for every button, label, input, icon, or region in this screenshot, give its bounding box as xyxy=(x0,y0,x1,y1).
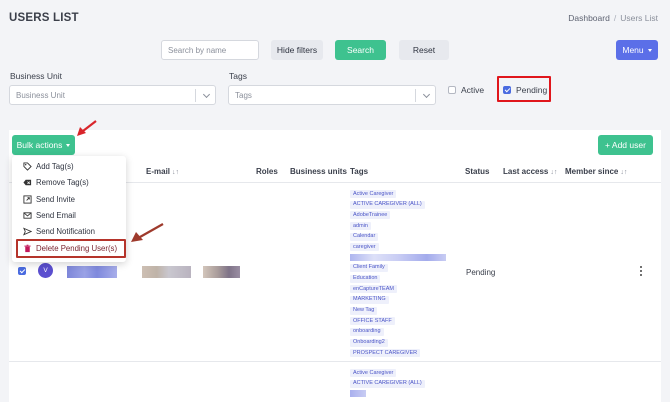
redacted-tag xyxy=(350,254,446,262)
tag-badge: onboarding xyxy=(350,327,384,336)
breadcrumb-separator: / xyxy=(613,13,617,23)
tag-badge: PROSPECT CAREGIVER xyxy=(350,349,421,358)
tag-icon xyxy=(23,161,32,171)
menu-button-label: Menu xyxy=(622,45,644,55)
select-divider xyxy=(195,89,196,102)
status-text: Pending xyxy=(466,268,496,277)
business-unit-label: Business Unit xyxy=(10,71,62,81)
reset-button[interactable]: Reset xyxy=(399,40,449,60)
sort-icon: ↓↑ xyxy=(550,169,558,176)
tags-placeholder: Tags xyxy=(235,90,252,100)
column-roles: Roles xyxy=(256,167,278,176)
tag-badge: Active Caregiver xyxy=(350,190,397,198)
redacted-name xyxy=(67,266,117,278)
menu-item-send-invite[interactable]: Send Invite xyxy=(23,193,75,205)
row-checkbox[interactable] xyxy=(18,267,26,275)
add-user-button[interactable]: + Add user xyxy=(598,135,653,155)
search-button[interactable]: Search xyxy=(335,40,386,60)
caret-down-icon xyxy=(66,143,71,147)
tag-badge: Education xyxy=(350,274,381,283)
tag-badge: AdobeTrainee xyxy=(350,211,391,220)
page-title: USERS LIST xyxy=(9,12,79,24)
redacted-email xyxy=(142,266,191,278)
redacted-email-domain xyxy=(203,266,240,278)
tag-badge: ACTIVE CAREGIVER (ALL) xyxy=(350,200,425,209)
avatar: V xyxy=(38,263,53,278)
menu-item-send-email[interactable]: Send Email xyxy=(23,209,76,221)
column-member-since[interactable]: Member since ↓↑ xyxy=(565,167,627,176)
column-status: Status xyxy=(465,167,490,176)
tag-badge: Onboarding2 xyxy=(350,338,388,347)
invite-icon xyxy=(23,194,32,204)
bulk-actions-button[interactable]: Bulk actions xyxy=(12,135,75,155)
breadcrumb-current: Users List xyxy=(620,13,658,23)
tag-badge: Client Family xyxy=(350,263,388,272)
column-last-access[interactable]: Last access ↓↑ xyxy=(503,167,557,176)
breadcrumb: Dashboard / Users List xyxy=(568,13,658,23)
tag-badge: Active Caregiver xyxy=(350,369,397,377)
column-tags: Tags xyxy=(350,167,369,176)
filter-bar: Hide filters Search Reset Menu xyxy=(0,37,670,65)
menu-item-add-tags[interactable]: Add Tag(s) xyxy=(23,160,74,172)
menu-item-send-notification[interactable]: Send Notification xyxy=(23,225,95,237)
tag-badge: Calendar xyxy=(350,232,379,241)
tag-remove-icon xyxy=(23,179,32,185)
row-tags: Active Caregiver ACTIVE CAREGIVER (ALL) … xyxy=(350,190,446,360)
page-header: USERS LIST Dashboard / Users List xyxy=(0,0,670,34)
tag-badge: enCaptureTEAM xyxy=(350,285,397,294)
active-label: Active xyxy=(461,85,485,95)
breadcrumb-dashboard[interactable]: Dashboard xyxy=(568,13,610,23)
column-member-since-label: Member since xyxy=(565,167,619,176)
send-icon xyxy=(23,226,32,236)
delete-highlight-box xyxy=(16,239,126,258)
menu-item-label: Send Notification xyxy=(36,226,95,236)
caret-down-icon xyxy=(647,48,652,52)
select-divider xyxy=(415,89,416,102)
tags-select[interactable]: Tags xyxy=(228,85,436,105)
menu-item-remove-tags[interactable]: Remove Tag(s) xyxy=(23,176,89,188)
bulk-actions-label: Bulk actions xyxy=(16,140,63,150)
menu-item-label: Send Email xyxy=(36,210,76,220)
chevron-down-icon xyxy=(202,90,211,99)
pending-highlight-box xyxy=(497,76,551,102)
menu-item-label: Remove Tag(s) xyxy=(36,177,89,187)
tag-badge: admin xyxy=(350,222,371,231)
chevron-down-icon xyxy=(422,90,431,99)
business-unit-placeholder: Business Unit xyxy=(16,90,65,100)
tag-badge: OFFICE STAFF xyxy=(350,317,395,326)
active-filter[interactable]: Active xyxy=(448,85,484,95)
search-input[interactable] xyxy=(161,40,259,60)
tag-badge: New Tag xyxy=(350,306,378,315)
redacted-tag xyxy=(350,390,366,398)
column-last-access-label: Last access xyxy=(503,167,549,176)
sort-icon: ↓↑ xyxy=(172,169,180,176)
column-email-label: E-mail xyxy=(146,167,171,176)
hide-filters-button[interactable]: Hide filters xyxy=(271,40,323,60)
active-checkbox[interactable] xyxy=(448,86,456,94)
sort-icon: ↓↑ xyxy=(620,169,628,176)
tag-badge: caregiver xyxy=(350,243,379,252)
column-business-units: Business units xyxy=(290,167,347,176)
column-email[interactable]: E-mail ↓↑ xyxy=(146,167,179,176)
tag-badge: ACTIVE CAREGIVER (ALL) xyxy=(350,379,425,388)
menu-item-label: Send Invite xyxy=(36,194,76,204)
envelope-icon xyxy=(23,211,32,219)
row-tags: Active Caregiver ACTIVE CAREGIVER (ALL) xyxy=(350,369,425,400)
menu-item-label: Add Tag(s) xyxy=(36,161,74,171)
menu-button[interactable]: Menu xyxy=(616,40,658,60)
tags-label: Tags xyxy=(229,71,247,81)
row-actions-icon[interactable] xyxy=(638,266,644,276)
row-divider xyxy=(9,361,661,362)
business-unit-select[interactable]: Business Unit xyxy=(9,85,216,105)
tag-badge: MARKETING xyxy=(350,295,389,304)
